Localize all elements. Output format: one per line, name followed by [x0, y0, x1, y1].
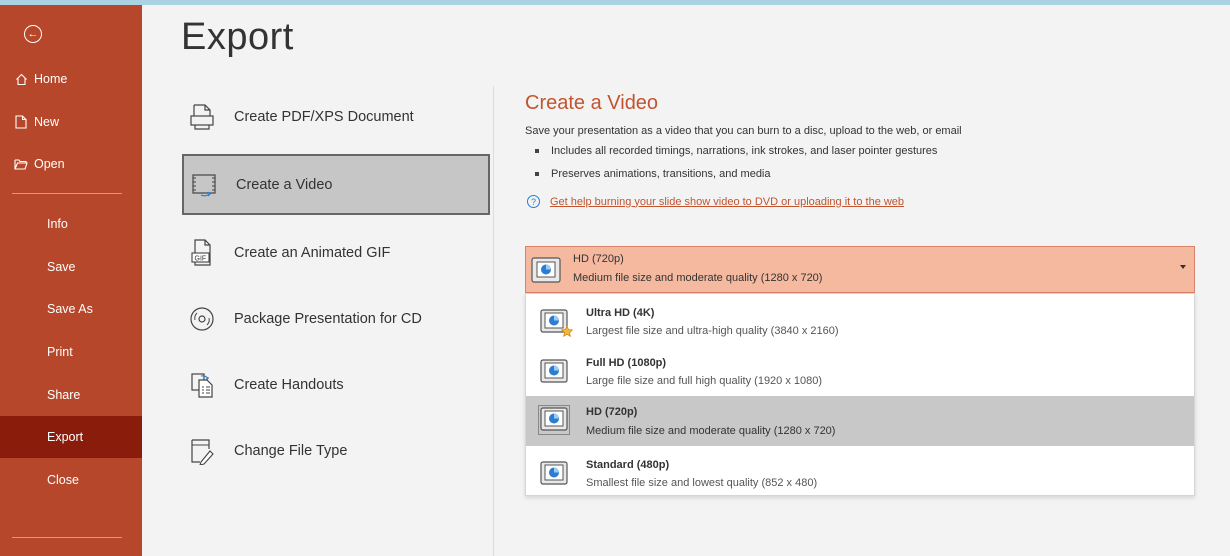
page-title: Export [181, 16, 294, 58]
quality-option-ultra-hd[interactable]: Ultra HD (4K) Largest file size and ultr… [526, 299, 1194, 345]
feature-bullet: Preserves animations, transitions, and m… [535, 168, 771, 180]
export-option-label: Create Handouts [234, 377, 344, 393]
quality-option-hd-selected[interactable]: HD (720p) Medium file size and moderate … [526, 396, 1194, 446]
sidebar-item-label: Open [34, 157, 65, 171]
sidebar-item-label: Info [47, 217, 68, 231]
quality-option-name: Full HD (1080p) [586, 357, 667, 369]
new-file-icon [14, 115, 28, 129]
quality-option-standard[interactable]: Standard (480p) Smallest file size and l… [526, 451, 1194, 497]
full-hd-icon [540, 359, 570, 390]
chevron-down-icon[interactable] [1180, 265, 1186, 269]
window-top-border [0, 0, 1230, 5]
export-option-create-gif[interactable]: GIF Create an Animated GIF [182, 224, 490, 282]
sidebar-item-share[interactable]: Share [0, 374, 142, 416]
presentation-quality-icon [531, 257, 561, 288]
quality-option-desc: Largest file size and ultra-high quality… [586, 325, 839, 337]
bullet-text: Includes all recorded timings, narration… [551, 145, 938, 157]
cd-icon [186, 303, 218, 335]
video-quality-options-list: Ultra HD (4K) Largest file size and ultr… [525, 293, 1195, 496]
export-option-label: Create an Animated GIF [234, 245, 391, 261]
dropdown-selected-desc: Medium file size and moderate quality (1… [573, 272, 823, 284]
standard-icon [540, 461, 570, 492]
export-option-create-pdf[interactable]: Create PDF/XPS Document [182, 88, 490, 146]
change-file-type-icon [186, 435, 218, 467]
export-option-package-cd[interactable]: Package Presentation for CD [182, 290, 490, 348]
video-icon [188, 169, 220, 201]
sidebar-divider [12, 193, 122, 194]
hd-icon [538, 405, 570, 440]
sidebar-item-label: Export [47, 430, 84, 444]
help-link[interactable]: Get help burning your slide show video t… [550, 196, 904, 208]
export-option-label: Create PDF/XPS Document [234, 109, 414, 125]
svg-text:GIF: GIF [195, 256, 207, 263]
sidebar-item-label: Share [47, 388, 81, 402]
export-option-create-handouts[interactable]: Create Handouts [182, 356, 490, 414]
sidebar-item-save-as[interactable]: Save As [0, 288, 142, 330]
quality-option-desc: Medium file size and moderate quality (1… [586, 425, 836, 437]
home-icon [14, 73, 28, 86]
panel-divider [493, 86, 494, 556]
bullet-marker [535, 172, 539, 176]
quality-option-desc: Large file size and full high quality (1… [586, 375, 823, 387]
sidebar-item-label: Close [47, 473, 79, 487]
export-option-label: Create a Video [236, 176, 333, 193]
quality-option-name: Ultra HD (4K) [586, 307, 655, 319]
sidebar-item-close[interactable]: Close [0, 459, 142, 501]
dropdown-selected-name: HD (720p) [573, 253, 624, 265]
export-option-label: Change File Type [234, 443, 348, 459]
help-row: ? Get help burning your slide show video… [527, 195, 904, 208]
sidebar-item-new[interactable]: New [0, 101, 142, 143]
sidebar-item-open[interactable]: Open [0, 143, 142, 185]
video-quality-dropdown[interactable]: HD (720p) Medium file size and moderate … [525, 246, 1195, 293]
create-video-description: Save your presentation as a video that y… [525, 125, 962, 137]
export-option-label: Package Presentation for CD [234, 311, 422, 327]
quality-option-name: Standard (480p) [586, 459, 670, 471]
quality-option-full-hd[interactable]: Full HD (1080p) Large file size and full… [526, 349, 1194, 395]
sidebar-item-label: New [34, 115, 60, 129]
export-option-change-file-type[interactable]: Change File Type [182, 422, 490, 480]
sidebar-item-label: Save [47, 260, 76, 274]
sidebar-item-label: Home [34, 72, 68, 86]
gif-icon: GIF [186, 237, 218, 269]
help-question-icon: ? [527, 195, 540, 208]
sidebar-item-home[interactable]: Home [0, 58, 142, 100]
quality-option-name: HD (720p) [586, 406, 638, 418]
sidebar-item-save[interactable]: Save [0, 246, 142, 288]
bullet-text: Preserves animations, transitions, and m… [551, 168, 771, 180]
sidebar-item-export[interactable]: Export [0, 416, 142, 458]
pdf-document-icon [186, 101, 218, 133]
create-video-title: Create a Video [525, 92, 659, 114]
sidebar-item-print[interactable]: Print [0, 331, 142, 373]
ultra-hd-icon [540, 309, 574, 344]
folder-open-icon [14, 158, 28, 170]
sidebar-item-label: Save As [47, 302, 93, 316]
handouts-icon [186, 369, 218, 401]
back-arrow-icon[interactable]: ← [24, 25, 42, 43]
feature-bullet: Includes all recorded timings, narration… [535, 145, 937, 157]
export-option-create-video[interactable]: Create a Video [182, 154, 490, 215]
sidebar-divider [12, 537, 122, 538]
sidebar-item-info[interactable]: Info [0, 203, 142, 245]
sidebar-item-label: Print [47, 345, 73, 359]
backstage-sidebar: ← Home New Open Info Save Save As Print … [0, 5, 142, 556]
quality-option-desc: Smallest file size and lowest quality (8… [586, 477, 818, 489]
bullet-marker [535, 149, 539, 153]
